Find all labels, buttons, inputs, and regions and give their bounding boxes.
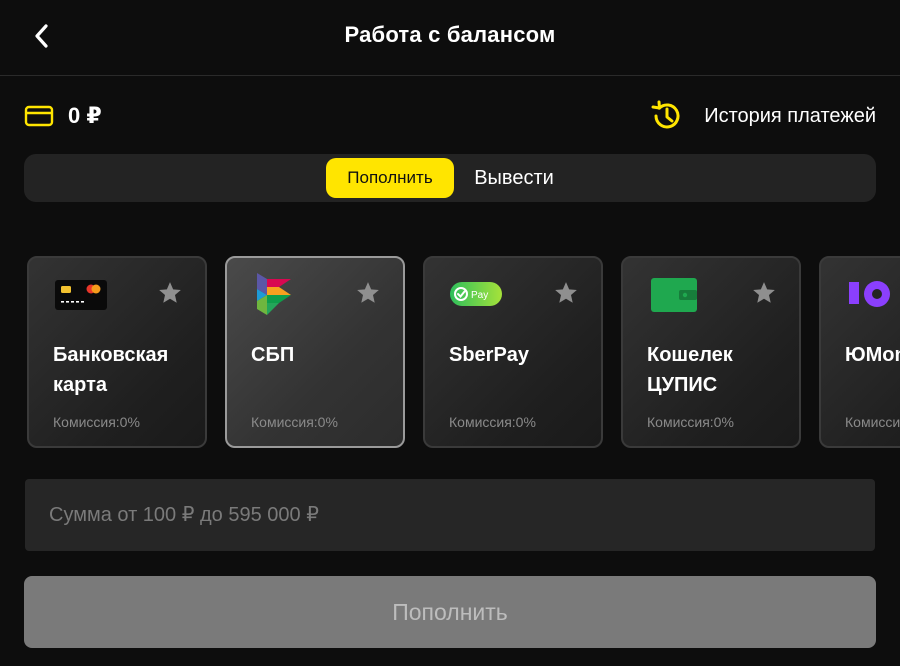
method-fee: Комиссия:0% <box>845 414 900 430</box>
bank-card-icon <box>53 270 113 318</box>
method-fee: Комиссия:0% <box>53 414 140 430</box>
wallet-icon <box>647 270 707 318</box>
payment-methods: Банковская карта Комиссия:0% СБП Комисси… <box>0 254 900 450</box>
method-card-bank-card[interactable]: Банковская карта Комиссия:0% <box>27 256 207 448</box>
history-label: История платежей <box>704 104 876 127</box>
yumoney-logo-icon <box>845 270 900 318</box>
favorite-star-icon[interactable] <box>355 280 381 306</box>
method-name: SberPay <box>449 344 530 366</box>
method-name: ЮMoney <box>845 344 900 366</box>
top-bar: Работа с балансом <box>0 0 900 76</box>
sbp-logo-icon <box>251 270 311 318</box>
card-icon <box>24 105 54 127</box>
history-icon <box>651 100 680 129</box>
method-name: СБП <box>251 344 295 366</box>
amount-input[interactable] <box>25 479 875 551</box>
sberpay-logo-text: Pay <box>471 290 488 301</box>
method-card-cupis-wallet[interactable]: Кошелек ЦУПИС Комиссия:0% <box>621 256 801 448</box>
balance-value: 0 ₽ <box>68 103 102 128</box>
favorite-star-icon[interactable] <box>751 280 777 306</box>
deposit-button[interactable]: Пополнить <box>24 576 876 648</box>
page-title: Работа с балансом <box>344 22 556 47</box>
method-card-sberpay[interactable]: Pay SberPay Комиссия:0% <box>423 256 603 448</box>
operation-tabs: Пополнить Вывести <box>24 154 876 202</box>
balance: 0 ₽ <box>24 100 102 132</box>
method-fee: Комиссия:0% <box>449 414 536 430</box>
method-fee: Комиссия:0% <box>647 414 734 430</box>
method-fee: Комиссия:0% <box>251 414 338 430</box>
method-name: Банковская карта <box>53 344 169 396</box>
payment-history-link[interactable]: История платежей <box>648 98 876 134</box>
favorite-star-icon[interactable] <box>157 280 183 306</box>
tab-withdraw[interactable]: Вывести <box>462 158 566 198</box>
favorite-star-icon[interactable] <box>553 280 579 306</box>
method-name: Кошелек ЦУПИС <box>647 344 733 396</box>
method-card-sbp[interactable]: СБП Комиссия:0% <box>225 256 405 448</box>
sberpay-logo-icon: Pay <box>449 270 509 318</box>
tab-deposit[interactable]: Пополнить <box>326 158 454 198</box>
method-card-yumoney[interactable]: ЮMoney Комиссия:0% <box>819 256 900 448</box>
